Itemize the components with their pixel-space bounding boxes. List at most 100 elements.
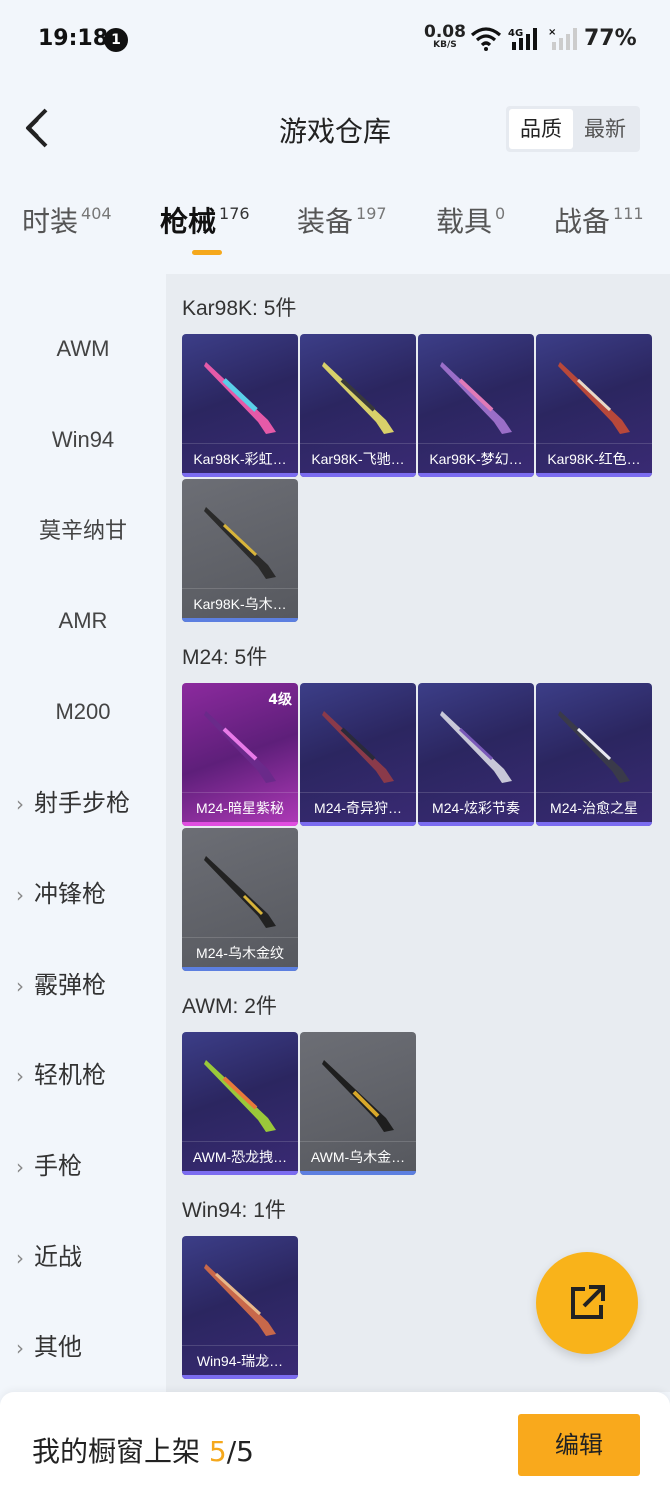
- rifle-icon: [558, 362, 630, 434]
- chevron-right-icon: ›: [16, 792, 24, 816]
- rifle-icon: [204, 856, 276, 928]
- chevron-right-icon: ›: [16, 1155, 24, 1179]
- tab-weapons[interactable]: 枪械 176: [160, 200, 250, 240]
- showcase-count: 5: [208, 1435, 227, 1468]
- rifle-icon: [322, 362, 394, 434]
- sidebar-item-m200[interactable]: M200: [0, 687, 166, 737]
- sidebar-group-label: 其他: [34, 1333, 82, 1361]
- external-link-icon: [571, 1285, 605, 1319]
- skin-name: Kar98K-乌木…: [182, 588, 298, 618]
- tab-supplies[interactable]: 战备 111: [554, 200, 644, 240]
- svg-text:4G: 4G: [508, 28, 523, 39]
- rifle-icon: [204, 507, 276, 579]
- skin-card[interactable]: Kar98K-飞驰…: [300, 334, 416, 477]
- battery-level: 77%: [584, 26, 637, 51]
- sidebar-item-mosin[interactable]: 莫辛纳甘: [0, 506, 166, 556]
- sidebar-group-lmg[interactable]: › 轻机枪: [0, 1050, 166, 1100]
- rarity-bar: [182, 967, 298, 971]
- skin-card[interactable]: Kar98K-乌木…: [182, 479, 298, 622]
- rifle-icon: [204, 1060, 276, 1132]
- sidebar-item-win94[interactable]: Win94: [0, 415, 166, 465]
- skin-name: Kar98K-红色…: [536, 443, 652, 473]
- sort-toggle: 品质 最新: [506, 106, 640, 152]
- back-button[interactable]: [18, 104, 58, 152]
- skin-card[interactable]: Kar98K-梦幻…: [418, 334, 534, 477]
- skin-card[interactable]: M24-治愈之星: [536, 683, 652, 826]
- skin-name: AWM-乌木金…: [300, 1141, 416, 1171]
- showcase-total: /5: [226, 1435, 254, 1468]
- tab-label: 装备: [297, 205, 354, 238]
- chevron-right-icon: ›: [16, 883, 24, 907]
- skin-card[interactable]: AWM-乌木金…: [300, 1032, 416, 1175]
- rifle-icon: [322, 1060, 394, 1132]
- weapon-grid: Kar98K: 5件 Kar98K-彩虹… Kar98K-飞驰… Kar98K-…: [166, 274, 670, 1392]
- tab-count: 404: [81, 204, 112, 223]
- sidebar-group-pistol[interactable]: › 手枪: [0, 1141, 166, 1191]
- skin-card[interactable]: Kar98K-彩虹…: [182, 334, 298, 477]
- sidebar-group-label: 近战: [34, 1243, 82, 1271]
- sidebar-item-awm[interactable]: AWM: [0, 324, 166, 374]
- skin-card[interactable]: M24-乌木金纹: [182, 828, 298, 971]
- net-speed: 0.08 KB/S: [424, 24, 466, 50]
- sort-option-quality[interactable]: 品质: [509, 109, 573, 149]
- sidebar-group-smg[interactable]: › 冲锋枪: [0, 869, 166, 919]
- signal-4g-icon: 4G: [508, 28, 537, 50]
- rarity-bar: [182, 822, 298, 826]
- skin-card[interactable]: M24-炫彩节奏: [418, 683, 534, 826]
- sidebar-group-label: 手枪: [34, 1152, 82, 1180]
- skin-card[interactable]: AWM-恐龙拽…: [182, 1032, 298, 1175]
- skin-name: M24-奇异狩…: [300, 792, 416, 822]
- skin-card[interactable]: Win94-瑞龙…: [182, 1236, 298, 1379]
- net-speed-unit: KB/S: [433, 40, 457, 50]
- skin-card[interactable]: Kar98K-红色…: [536, 334, 652, 477]
- showcase-label: 我的橱窗上架: [32, 1435, 201, 1468]
- skin-name: Kar98K-彩虹…: [182, 443, 298, 473]
- share-fab[interactable]: [536, 1252, 638, 1354]
- rifle-icon: [440, 711, 512, 783]
- chevron-right-icon: ›: [16, 974, 24, 998]
- weapon-sidebar: AWM Win94 莫辛纳甘 AMR M200 › 射手步枪 › 冲锋枪 › 霰弹枪 …: [0, 274, 166, 1392]
- tab-equipment[interactable]: 装备 197: [297, 200, 387, 240]
- notification-badge: 1: [104, 28, 128, 52]
- sidebar-group-melee[interactable]: › 近战: [0, 1232, 166, 1282]
- rarity-bar: [536, 473, 652, 477]
- sidebar-group-label: 射手步枪: [34, 789, 130, 817]
- skin-name: M24-炫彩节奏: [418, 792, 534, 822]
- sort-option-newest[interactable]: 最新: [573, 109, 637, 149]
- rarity-bar: [536, 822, 652, 826]
- skin-name: M24-暗星紫秘: [182, 792, 298, 822]
- tab-count: 0: [495, 204, 506, 223]
- chevron-right-icon: ›: [16, 1246, 24, 1270]
- skin-name: Kar98K-飞驰…: [300, 443, 416, 473]
- rifle-icon: [204, 711, 276, 783]
- rarity-bar: [182, 618, 298, 622]
- edit-button[interactable]: 编辑: [518, 1414, 640, 1476]
- tab-label: 时装: [22, 205, 79, 238]
- section-title-m24: M24: 5件: [182, 646, 268, 669]
- category-tabs: 时装 404 枪械 176 装备 197 载具 0 战备 111: [0, 200, 670, 260]
- sidebar-group-shotgun[interactable]: › 霰弹枪: [0, 960, 166, 1010]
- level-badge: 4级: [268, 692, 292, 708]
- rifle-icon: [204, 362, 276, 434]
- rarity-bar: [300, 473, 416, 477]
- skin-name: Kar98K-梦幻…: [418, 443, 534, 473]
- skin-card[interactable]: M24-奇异狩…: [300, 683, 416, 826]
- active-tab-indicator: [192, 250, 222, 255]
- rarity-bar: [300, 822, 416, 826]
- section-title-kar98k: Kar98K: 5件: [182, 297, 297, 320]
- skin-card[interactable]: 4级 M24-暗星紫秘: [182, 683, 298, 826]
- sidebar-group-other[interactable]: › 其他: [0, 1322, 166, 1372]
- chevron-right-icon: ›: [16, 1336, 24, 1360]
- tab-vehicles[interactable]: 载具 0: [436, 200, 505, 240]
- tab-fashion[interactable]: 时装 404: [22, 200, 112, 240]
- rarity-bar: [182, 473, 298, 477]
- showcase-status: 我的橱窗上架 5/5: [32, 1430, 254, 1470]
- sidebar-group-label: 轻机枪: [34, 1061, 106, 1089]
- tab-count: 111: [613, 204, 644, 223]
- sidebar-group-label: 霰弹枪: [34, 971, 106, 999]
- rarity-bar: [418, 473, 534, 477]
- sidebar-group-dmr[interactable]: › 射手步枪: [0, 778, 166, 828]
- rifle-icon: [204, 1264, 276, 1336]
- sidebar-item-amr[interactable]: AMR: [0, 596, 166, 646]
- chevron-left-icon: [26, 108, 48, 148]
